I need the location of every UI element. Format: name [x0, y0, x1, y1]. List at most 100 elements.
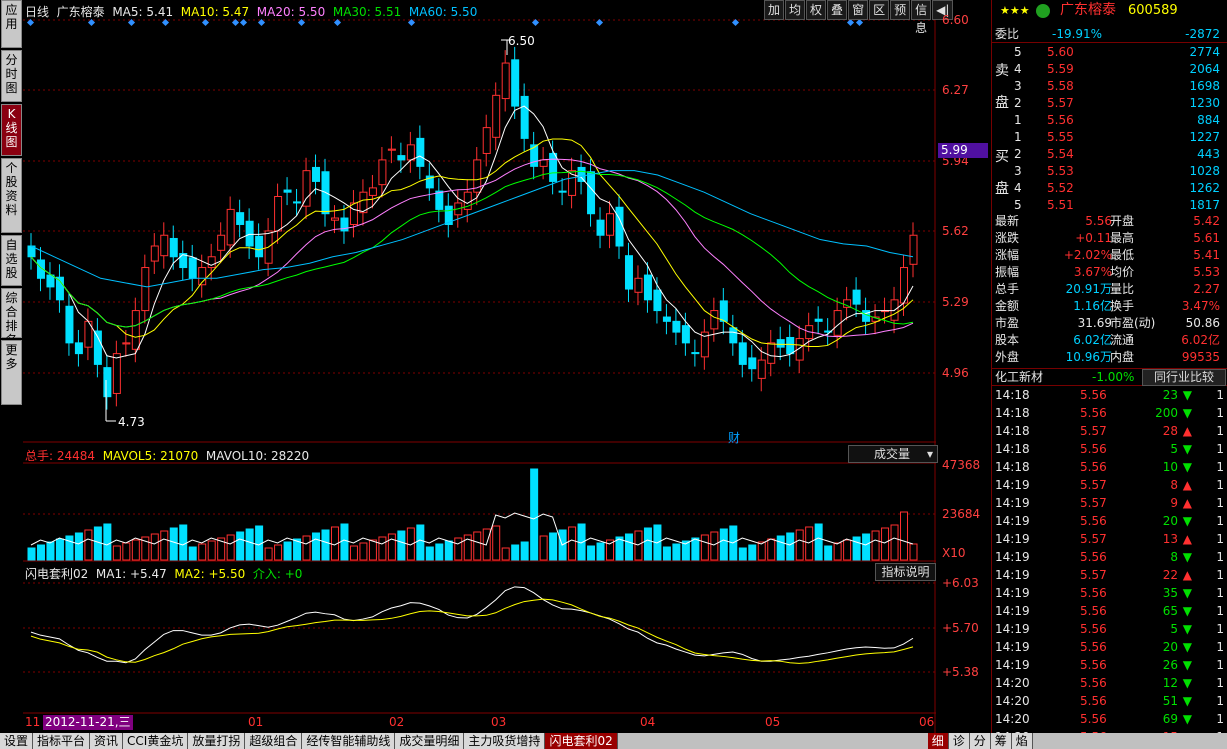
indicator-axis-label: +5.38 [942, 665, 979, 679]
indicator-help-button[interactable]: 指标说明 [875, 563, 936, 581]
candle-body [236, 212, 245, 225]
sell-level-row[interactable]: 5 5.60 2774 [992, 44, 1227, 61]
bottom-tab-1[interactable]: 指标平台 [33, 733, 91, 749]
buy-level-row[interactable]: 2 5.54 443 [992, 146, 1227, 163]
current-price-marker: 5.99 [938, 143, 988, 158]
bottom-tab-0[interactable]: 设置 [0, 733, 34, 749]
tick-time: 14:19 [995, 532, 1030, 546]
bottom-tab-9[interactable]: 闪电套利02 [545, 733, 618, 749]
tick-time: 14:18 [995, 388, 1030, 402]
left-tab-2[interactable]: K线图 [1, 104, 22, 156]
bottom-tab-14[interactable]: 焰 [1011, 733, 1033, 749]
volume-bar [112, 545, 121, 561]
arrow-down-icon: ▼ [1182, 388, 1192, 402]
tick-row[interactable]: 14:20 5.56 69 ▼ 1 [992, 711, 1227, 728]
tick-time: 14:20 [995, 712, 1030, 726]
tick-row[interactable]: 14:20 5.56 12 ▼ 1 [992, 675, 1227, 692]
tick-row[interactable]: 14:19 5.56 20 ▼ 1 [992, 639, 1227, 656]
bottom-tab-12[interactable]: 分 [969, 733, 991, 749]
volume-indicator-select[interactable]: 成交量 ▾ [848, 445, 938, 463]
tick-row[interactable]: 14:18 5.56 200 ▼ 1 [992, 405, 1227, 422]
bottom-tab-2[interactable]: 资讯 [90, 733, 124, 749]
toolbar-button-7[interactable]: 信息 [911, 0, 932, 35]
bottom-tab-13[interactable]: 筹 [990, 733, 1012, 749]
tick-row[interactable]: 14:19 5.56 5 ▼ 1 [992, 621, 1227, 638]
tick-row[interactable]: 14:18 5.56 10 ▼ 1 [992, 459, 1227, 476]
candle-body [217, 234, 226, 251]
industry-compare-button[interactable]: 同行业比较 [1142, 369, 1226, 386]
arrow-down-icon: ▼ [1182, 514, 1192, 528]
volume-bar [65, 535, 74, 561]
toolbar-button-3[interactable]: 叠 [827, 0, 848, 20]
buy-level-row[interactable]: 1 5.55 1227 [992, 129, 1227, 146]
left-tab-5[interactable]: 综合排名 [1, 288, 22, 347]
sell-level-row[interactable]: 1 5.56 884 [992, 112, 1227, 129]
finance-marker[interactable]: 财 [728, 429, 740, 446]
buy-level-row[interactable]: 5 5.51 1817 [992, 197, 1227, 214]
tick-row[interactable]: 14:19 5.57 8 ▲ 1 [992, 477, 1227, 494]
candle-body [103, 367, 112, 398]
tick-row[interactable]: 14:19 5.56 8 ▼ 1 [992, 549, 1227, 566]
stock-name-label: 广东榕泰 [56, 5, 105, 19]
bottom-tab-10[interactable]: 细 [927, 733, 949, 749]
volume-bar [767, 538, 776, 561]
candle-body [596, 219, 605, 236]
quote-stat-row: 外盘 10.96万 内盘 99535 [992, 349, 1227, 366]
kline-chart-svg[interactable] [23, 0, 936, 733]
chevron-down-icon: ▾ [926, 447, 933, 461]
arrow-down-icon: ▼ [1182, 640, 1192, 654]
toolbar-button-2[interactable]: 权 [806, 0, 827, 20]
toolbar-button-5[interactable]: 区 [869, 0, 890, 20]
stock-name: 广东榕泰 [1060, 2, 1116, 18]
ma30-label: MA30: 5.51 [332, 5, 402, 19]
tick-row[interactable]: 14:20 5.56 51 ▼ 1 [992, 693, 1227, 710]
volume-bar [454, 537, 463, 561]
tick-row[interactable]: 14:19 5.56 35 ▼ 1 [992, 585, 1227, 602]
bottom-tab-8[interactable]: 主力吸货增持 [464, 733, 546, 749]
price-axis-label: 6.27 [942, 83, 969, 97]
toolbar-button-0[interactable]: 加 [764, 0, 785, 20]
candle-body [435, 190, 444, 210]
tick-row[interactable]: 14:18 5.56 5 ▼ 1 [992, 441, 1227, 458]
quote-l2: 最高 [1110, 231, 1135, 245]
tick-row[interactable]: 14:19 5.56 65 ▼ 1 [992, 603, 1227, 620]
candle-body [150, 245, 159, 262]
left-tab-1[interactable]: 分时图 [1, 50, 22, 102]
quote-v2: 50.86 [1185, 316, 1220, 330]
buy-level-row[interactable]: 3 5.53 1028 [992, 163, 1227, 180]
left-tab-4[interactable]: 自选股 [1, 235, 22, 286]
indicator-jieru: 介入: +0 [252, 567, 303, 581]
kline-chart-area[interactable]: 日线 广东榕泰 MA5: 5.41 MA10: 5.47 MA20: 5.50 … [23, 0, 954, 733]
tick-row[interactable]: 14:19 5.56 26 ▼ 1 [992, 657, 1227, 674]
toolbar-button-4[interactable]: 窗 [848, 0, 869, 20]
sell-level-row[interactable]: 2 5.57 1230 [992, 95, 1227, 112]
tick-row[interactable]: 14:19 5.57 13 ▲ 1 [992, 531, 1227, 548]
quote-v2: 5.41 [1193, 248, 1220, 262]
tick-time: 14:19 [995, 514, 1030, 528]
tick-row[interactable]: 14:19 5.57 9 ▲ 1 [992, 495, 1227, 512]
high-label-text: 6.50 [508, 34, 535, 48]
toolbar-button-6[interactable]: 预 [890, 0, 911, 20]
volume-bar [36, 544, 45, 561]
tick-row[interactable]: 14:19 5.56 20 ▼ 1 [992, 513, 1227, 530]
candle-body [757, 359, 766, 379]
sell-level-row[interactable]: 3 5.58 1698 [992, 78, 1227, 95]
bottom-tab-6[interactable]: 经传智能辅助线 [302, 733, 396, 749]
volume-bar [624, 533, 633, 561]
left-tab-6[interactable]: 更多 [1, 340, 22, 405]
bottom-tab-5[interactable]: 超级组合 [245, 733, 303, 749]
quote-l1: 外盘 [995, 350, 1020, 364]
toolbar-button-1[interactable]: 均 [785, 0, 806, 20]
bottom-tab-4[interactable]: 放量打拐 [188, 733, 246, 749]
tick-row[interactable]: 14:19 5.57 22 ▲ 1 [992, 567, 1227, 584]
bottom-tab-7[interactable]: 成交量明细 [395, 733, 465, 749]
tick-count: 1 [1216, 604, 1224, 618]
tick-row[interactable]: 14:18 5.57 28 ▲ 1 [992, 423, 1227, 440]
sell-level-row[interactable]: 4 5.59 2064 [992, 61, 1227, 78]
buy-level-row[interactable]: 4 5.52 1262 [992, 180, 1227, 197]
left-tab-0[interactable]: 应用 [1, 0, 22, 48]
left-tab-3[interactable]: 个股资料 [1, 158, 22, 233]
tick-row[interactable]: 14:18 5.56 23 ▼ 1 [992, 387, 1227, 404]
bottom-tab-3[interactable]: CCI黄金坑 [123, 733, 189, 749]
bottom-tab-11[interactable]: 诊 [948, 733, 970, 749]
